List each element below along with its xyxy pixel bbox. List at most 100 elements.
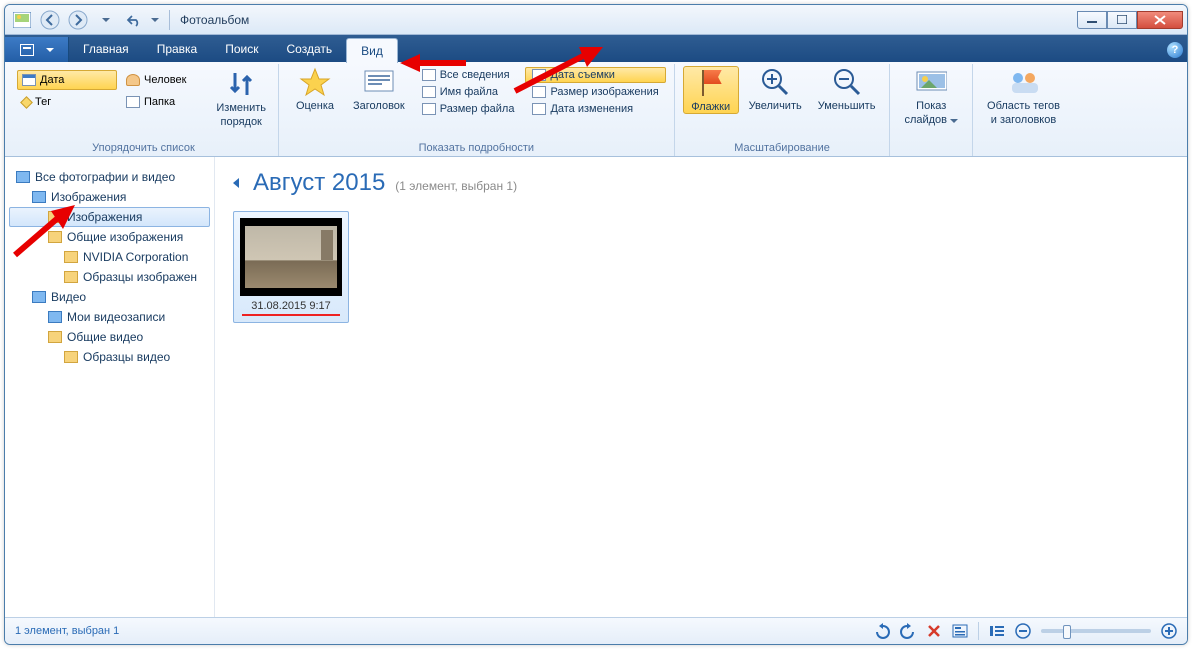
zoom-slider[interactable]	[1041, 629, 1151, 633]
tree-images[interactable]: Изображения	[9, 187, 210, 207]
tree-video[interactable]: Видео	[9, 287, 210, 307]
folder-icon	[48, 231, 62, 243]
sort-by-person[interactable]: Человек	[121, 70, 221, 90]
group-heading-sub: (1 элемент, выбран 1)	[395, 179, 517, 193]
group-sort-label: Упорядочить список	[17, 142, 270, 156]
tab-home[interactable]: Главная	[69, 37, 143, 62]
sort-by-folder[interactable]: Папка	[121, 92, 221, 112]
swap-arrows-icon	[225, 68, 257, 100]
view-details-button[interactable]	[989, 623, 1005, 639]
status-text: 1 элемент, выбран 1	[15, 625, 119, 637]
sort-by-folder-label: Папка	[144, 96, 175, 108]
rating-button[interactable]: Оценка	[287, 66, 343, 112]
tab-create[interactable]: Создать	[273, 37, 347, 62]
delete-button[interactable]	[926, 623, 942, 639]
undo-button[interactable]	[121, 9, 147, 31]
file-menu-icon	[20, 44, 34, 56]
zoom-slider-knob[interactable]	[1063, 625, 1071, 639]
thumbnail-image	[240, 218, 342, 296]
folder-icon	[64, 251, 78, 263]
group-details-label: Показать подробности	[287, 142, 666, 156]
flags-button[interactable]: Флажки	[683, 66, 739, 114]
sort-column-1: Дата Тег	[17, 70, 117, 112]
people-tag-icon	[1008, 66, 1040, 98]
sidebar-tree: Все фотографии и видео Изображения Изобр…	[5, 157, 215, 617]
zoom-out-label: Уменьшить	[818, 100, 876, 112]
tag-area-label-2: и заголовков	[991, 114, 1056, 126]
zoom-out-small-button[interactable]	[1015, 623, 1031, 639]
tree-my-videos[interactable]: Мои видеозаписи	[9, 307, 210, 327]
video-icon	[48, 311, 62, 323]
zoom-out-icon	[831, 66, 863, 98]
sort-by-date[interactable]: Дата	[17, 70, 117, 90]
ribbon: Дата Тег Человек Папка Упорядочить списо…	[5, 62, 1187, 157]
tree-shared-video[interactable]: Общие видео	[9, 327, 210, 347]
tree-nvidia[interactable]: NVIDIA Corporation	[9, 247, 210, 267]
sort-by-tag[interactable]: Тег	[17, 92, 117, 112]
slideshow-label-1: Показ	[916, 100, 946, 112]
undo-dropdown-button[interactable]	[149, 9, 161, 31]
nav-back-button[interactable]	[37, 9, 63, 31]
tree-root[interactable]: Все фотографии и видео	[9, 167, 210, 187]
sort-column-2: Человек Папка	[121, 70, 221, 112]
detail-image-size[interactable]: Размер изображения	[525, 84, 665, 100]
photo-thumbnail[interactable]: 31.08.2015 9:17	[233, 211, 349, 323]
group-heading[interactable]: Август 2015 (1 элемент, выбран 1)	[233, 169, 1169, 197]
change-order-label-1: Изменить	[216, 102, 266, 114]
zoom-in-label: Увеличить	[749, 100, 802, 112]
maximize-button[interactable]	[1107, 11, 1137, 29]
rotate-left-button[interactable]	[874, 623, 890, 639]
clock-icon	[532, 103, 546, 115]
group-sort: Дата Тег Человек Папка Упорядочить списо…	[9, 64, 279, 156]
size-icon	[422, 103, 436, 115]
ribbon-tabs: Главная Правка Поиск Создать Вид ?	[5, 35, 1187, 62]
tag-area-label-1: Область тегов	[987, 100, 1060, 112]
flag-icon	[695, 67, 727, 99]
video-icon	[32, 291, 46, 303]
folder-icon	[48, 331, 62, 343]
detail-filesize[interactable]: Размер файла	[415, 101, 522, 117]
detail-filename[interactable]: Имя файла	[415, 84, 522, 100]
nav-forward-button[interactable]	[65, 9, 91, 31]
thumbnail-caption: 31.08.2015 9:17	[240, 296, 342, 312]
zoom-in-small-button[interactable]	[1161, 623, 1177, 639]
annotation-underline	[242, 314, 340, 316]
file-menu-button[interactable]	[5, 37, 69, 62]
detail-all[interactable]: Все сведения	[415, 67, 522, 83]
properties-button[interactable]	[952, 623, 968, 639]
folder-icon	[64, 351, 78, 363]
rotate-right-button[interactable]	[900, 623, 916, 639]
titlebar-separator	[169, 10, 170, 30]
tree-images-sub[interactable]: Изображения	[9, 207, 210, 227]
group-zoom: Флажки Увеличить Уменьшить Масштабирован…	[675, 64, 891, 156]
slideshow-icon	[915, 66, 947, 98]
tag-area-button[interactable]: Область тегов и заголовков	[981, 66, 1066, 126]
close-button[interactable]	[1137, 11, 1183, 29]
titlebar: Фотоальбом	[5, 5, 1187, 35]
change-order-button[interactable]: Изменить порядок	[210, 68, 272, 128]
help-button[interactable]: ?	[1163, 38, 1187, 62]
group-heading-text: Август 2015	[253, 169, 385, 197]
app-icon	[9, 9, 35, 31]
tab-edit[interactable]: Правка	[143, 37, 212, 62]
sort-by-person-label: Человек	[144, 74, 186, 86]
file-icon	[422, 86, 436, 98]
nav-dropdown-button[interactable]	[93, 9, 119, 31]
minimize-button[interactable]	[1077, 11, 1107, 29]
zoom-in-button[interactable]: Увеличить	[743, 66, 808, 112]
slideshow-button[interactable]: Показ слайдов	[898, 66, 964, 126]
tab-search[interactable]: Поиск	[211, 37, 272, 62]
tree-sample-images[interactable]: Образцы изображен	[9, 267, 210, 287]
caption-label: Заголовок	[353, 100, 405, 112]
tree-shared-images[interactable]: Общие изображения	[9, 227, 210, 247]
tab-view[interactable]: Вид	[346, 38, 398, 63]
collapse-triangle-icon	[233, 178, 239, 188]
detail-modified[interactable]: Дата изменения	[525, 101, 665, 117]
zoom-out-button[interactable]: Уменьшить	[812, 66, 882, 112]
group-zoom-label: Масштабирование	[683, 142, 882, 156]
detail-shot-date[interactable]: Дата съемки	[525, 67, 665, 83]
status-separator	[978, 622, 979, 640]
caption-button[interactable]: Заголовок	[347, 66, 411, 112]
tree-sample-video[interactable]: Образцы видео	[9, 347, 210, 367]
gallery-icon	[16, 171, 30, 183]
